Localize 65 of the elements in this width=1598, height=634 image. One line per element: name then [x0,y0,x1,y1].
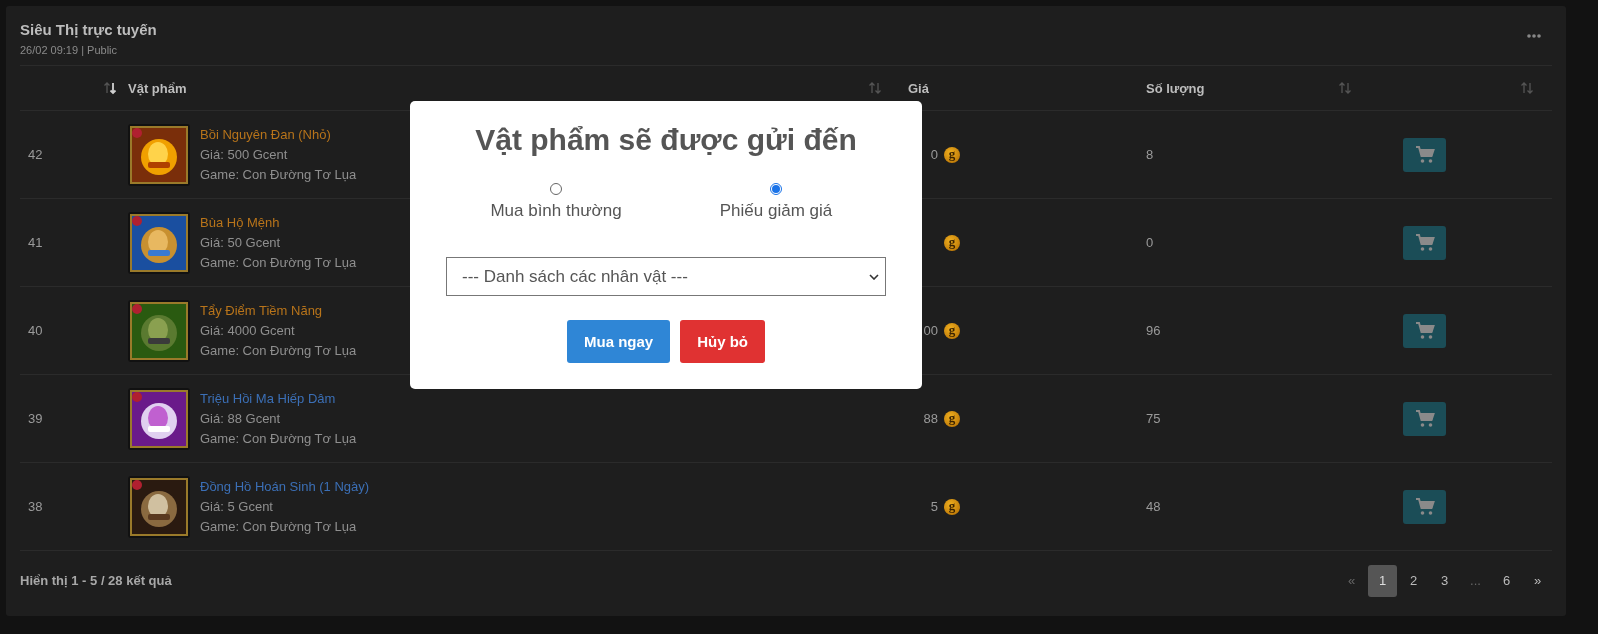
price-amount: 00 [922,323,938,338]
cart-icon [1414,497,1435,516]
radio-label[interactable]: Mua bình thường [490,201,622,221]
coin-badge: g [944,322,960,339]
coin-badge: g [944,146,960,163]
radio-label[interactable]: Phiếu giảm giá [719,201,833,221]
item-name[interactable]: Bùa Hộ Mệnh [200,215,357,230]
row-number: 38 [28,499,43,514]
item-game: Game: Con Đường Tơ Lụa [200,431,357,446]
quantity: 0 [1146,235,1154,250]
coin-badge: g [944,498,960,515]
radio-button[interactable] [770,183,782,195]
cart-icon [1414,145,1435,164]
item-name[interactable]: Đồng Hồ Hoán Sinh (1 Ngày) [200,479,370,494]
price-amount: 0 [929,147,938,162]
item-price: Giá: 88 Gcent [200,411,282,426]
panel-meta: 26/02 09:19 | Public [20,44,119,56]
item-price: Giá: 500 Gcent [200,147,289,162]
row-number: 39 [28,411,43,426]
cart-button[interactable] [1403,225,1446,260]
cart-button[interactable] [1403,313,1446,348]
item-game: Game: Con Đường Tơ Lụa [200,519,358,534]
coin-badge: g [944,410,960,427]
cart-icon [1414,321,1435,340]
page-button[interactable]: 3 [1430,564,1459,597]
item-game: Game: Con Đường Tơ Lụa [200,343,357,358]
item-game: Game: Con Đường Tơ Lụa [200,255,357,270]
chevron-icon [869,273,879,280]
page-button[interactable]: 6 [1492,564,1521,597]
cancel-button[interactable]: Hủy bỏ [680,320,765,363]
item-game: Game: Con Đường Tơ Lụa [200,167,357,182]
row-number: 42 [28,147,43,162]
item-price: Giá: 5 Gcent [200,499,274,514]
sort-icon[interactable] [103,81,117,95]
character-select[interactable]: --- Danh sách các nhân vật --- [446,257,886,296]
coin-badge: g [944,234,960,251]
page-button[interactable]: 1 [1368,564,1397,597]
item-name[interactable]: Tẩy Điểm Tiềm Năng [200,303,357,318]
item-name[interactable]: Triệu Hồi Ma Hiếp Dâm [200,391,357,406]
item-price: Giá: 4000 Gcent [200,323,296,338]
price-amount: 88 [922,411,938,426]
column-header: Giá [908,80,929,96]
item-name[interactable]: Bồi Nguyên Đan (Nhỏ) [200,127,357,142]
row-number: 41 [28,235,43,250]
cart-button[interactable] [1403,401,1446,436]
item-price: Giá: 50 Gcent [200,235,282,250]
buy-button[interactable]: Mua ngay [567,320,671,363]
page-button[interactable]: 2 [1399,564,1428,597]
dialog-title: Vật phẩm sẽ được gửi đến [475,123,857,157]
panel-title: Siêu Thị trực tuyến [20,21,157,38]
cart-icon [1414,233,1435,252]
results-summary: Hiển thị 1 - 5 / 28 kết quả [20,573,172,588]
cart-button[interactable] [1403,489,1446,524]
price-amount: 5 [929,499,938,514]
quantity: 8 [1146,147,1154,162]
column-header: Vật phẩm [128,80,187,96]
row-number: 40 [28,323,43,338]
quantity: 96 [1146,323,1161,338]
quantity: 48 [1146,499,1161,514]
page-button[interactable]: » [1523,564,1552,597]
column-header: Số lượng [1146,80,1205,96]
more-icon[interactable] [1526,33,1542,39]
cart-button[interactable] [1403,137,1446,172]
quantity: 75 [1146,411,1161,426]
cart-icon [1414,409,1435,428]
